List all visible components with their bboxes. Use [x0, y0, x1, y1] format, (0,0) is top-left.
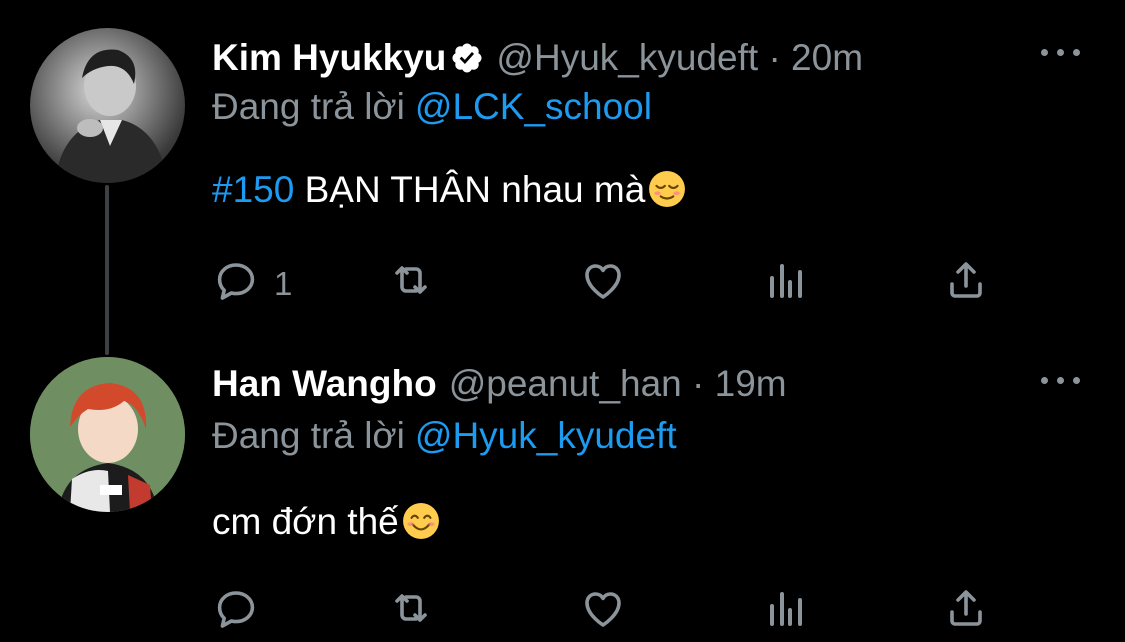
reply-count: 1: [274, 265, 293, 302]
retweet-icon: [395, 266, 427, 294]
tweet-text: #150 BẠN THÂN nhau mà: [212, 168, 686, 212]
analytics-icon: [770, 264, 802, 298]
retweet-button[interactable]: [387, 256, 435, 306]
tweet-header: Kim Hyukkyu @Hyuk_kyudeft · 20m: [212, 38, 863, 78]
avatar[interactable]: [30, 28, 185, 183]
retweet-icon: [395, 594, 427, 622]
heart-icon: [585, 264, 621, 299]
views-button[interactable]: [762, 584, 810, 634]
analytics-icon: [770, 592, 802, 626]
timestamp[interactable]: 20m: [791, 37, 863, 78]
separator-dot: ·: [768, 37, 781, 78]
avatar-photo: [55, 49, 168, 183]
reply-mention-link[interactable]: @LCK_school: [415, 86, 652, 127]
like-button[interactable]: [579, 584, 627, 634]
display-name[interactable]: Han Wangho: [212, 363, 437, 404]
replying-to: Đang trả lời @Hyuk_kyudeft: [212, 416, 677, 456]
relieved-face-emoji: [649, 171, 686, 207]
verified-badge-icon: [452, 43, 482, 73]
like-button[interactable]: [579, 256, 627, 306]
reply-icon: [217, 591, 255, 628]
tweet-actions: [212, 584, 1012, 634]
tweet-actions: 1: [212, 256, 1012, 306]
reply-icon: [217, 263, 255, 300]
tweet-header: Han Wangho @peanut_han · 19m: [212, 364, 787, 404]
heart-icon: [585, 592, 621, 627]
user-handle[interactable]: @Hyuk_kyudeft: [496, 37, 758, 78]
avatar[interactable]: [30, 357, 185, 512]
reply-button[interactable]: [212, 584, 260, 634]
smiling-face-emoji: [402, 503, 439, 539]
user-handle[interactable]: @peanut_han: [449, 363, 682, 404]
avatar-photo: [30, 357, 185, 512]
share-icon: [950, 262, 982, 298]
tweet-body: BẠN THÂN nhau mà: [304, 169, 646, 210]
tweet[interactable]: Kim Hyukkyu @Hyuk_kyudeft · 20m Đang trả…: [0, 0, 1125, 330]
tweet-body: cm đớn thế: [212, 501, 399, 542]
separator-dot: ·: [692, 363, 705, 404]
retweet-button[interactable]: [387, 584, 435, 634]
display-name[interactable]: Kim Hyukkyu: [212, 37, 446, 78]
tweet-text: cm đớn thế: [212, 500, 440, 544]
hashtag-link[interactable]: #150: [212, 169, 294, 210]
replying-to: Đang trả lời @LCK_school: [212, 87, 652, 127]
share-icon: [950, 590, 982, 626]
tweet-thread: Kim Hyukkyu @Hyuk_kyudeft · 20m Đang trả…: [0, 0, 1125, 642]
tweet[interactable]: Han Wangho @peanut_han · 19m Đang trả lời…: [0, 330, 1125, 642]
reply-mention-link[interactable]: @Hyuk_kyudeft: [415, 415, 677, 456]
views-button[interactable]: [762, 256, 810, 306]
share-button[interactable]: [942, 584, 990, 634]
share-button[interactable]: [942, 256, 990, 306]
more-options-icon[interactable]: [1041, 374, 1081, 386]
replying-to-label: Đang trả lời: [212, 86, 405, 127]
more-options-icon[interactable]: [1041, 46, 1081, 58]
reply-button[interactable]: 1: [212, 256, 292, 306]
timestamp[interactable]: 19m: [715, 363, 787, 404]
replying-to-label: Đang trả lời: [212, 415, 405, 456]
